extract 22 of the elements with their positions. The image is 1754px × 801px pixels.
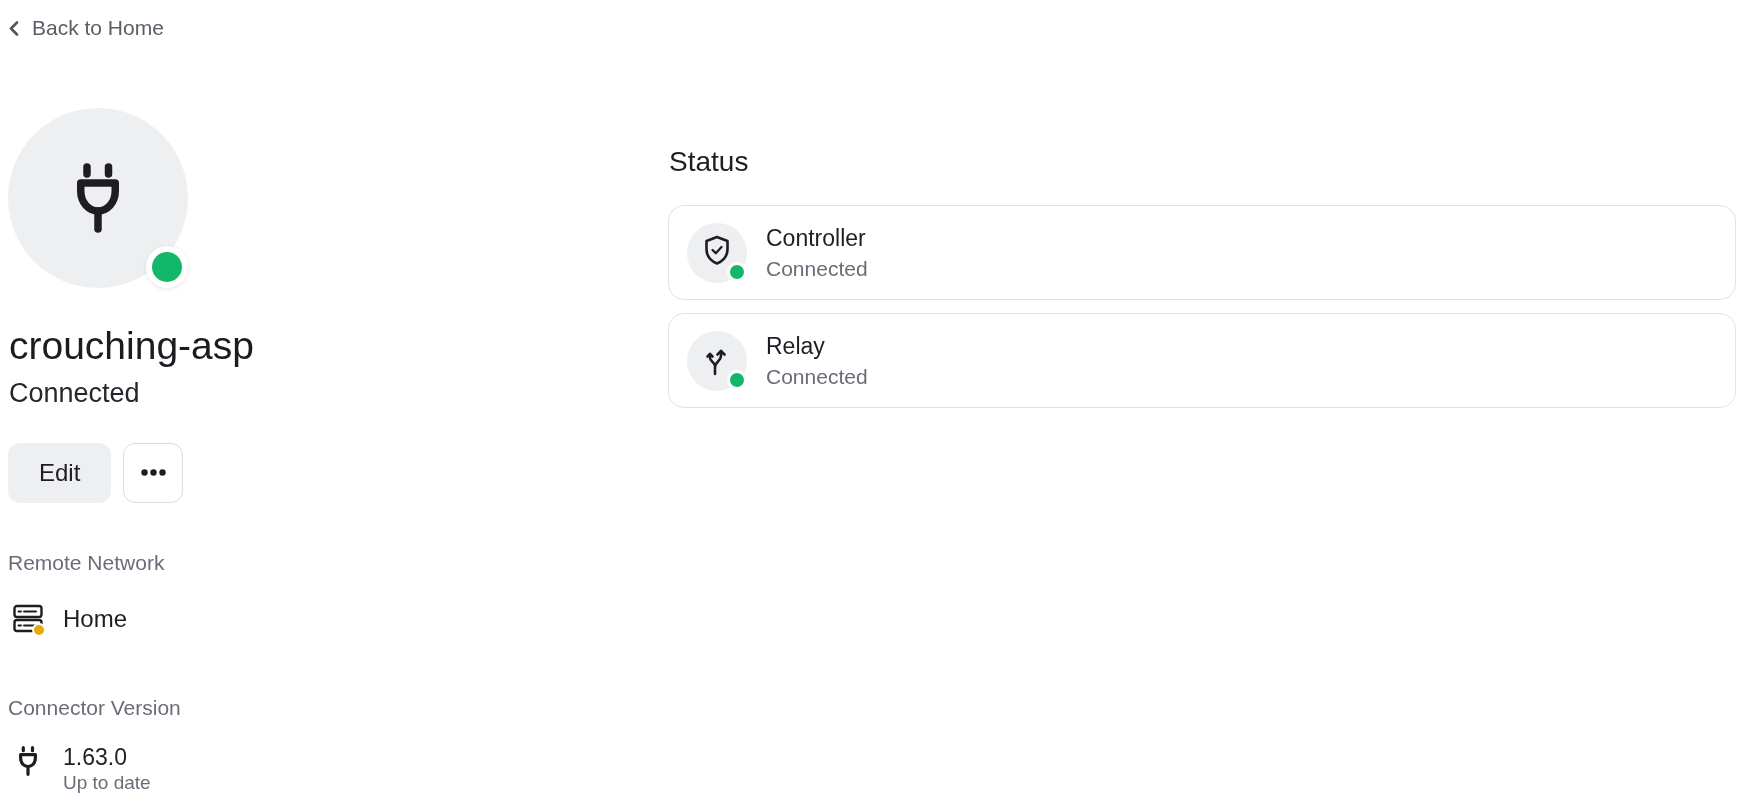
more-button[interactable] [123, 442, 184, 503]
chevron-left-icon [9, 20, 19, 36]
update-status: Up to date [63, 771, 151, 794]
connector-status: Connected [9, 376, 141, 409]
version-number: 1.63.0 [63, 743, 128, 770]
network-name: Home [63, 603, 128, 634]
component-name: Relay [766, 332, 826, 359]
connection-status: Connected [766, 364, 868, 389]
edit-button[interactable]: Edit [8, 442, 112, 503]
section-label: Remote Network [8, 549, 166, 576]
section-label: Connector Version [8, 694, 182, 721]
plug-icon [19, 745, 37, 776]
plug-icon [8, 107, 188, 288]
connection-status: Connected [766, 256, 868, 281]
shield-check-icon [687, 222, 747, 283]
split-arrows-icon [687, 330, 747, 391]
connector-name: crouching-asp [9, 322, 255, 369]
component-name: Controller [766, 224, 867, 251]
server-icon [13, 603, 43, 634]
ellipsis-icon [140, 469, 166, 476]
back-link[interactable]: Back to Home [9, 15, 164, 41]
section-heading: Status [669, 145, 750, 179]
